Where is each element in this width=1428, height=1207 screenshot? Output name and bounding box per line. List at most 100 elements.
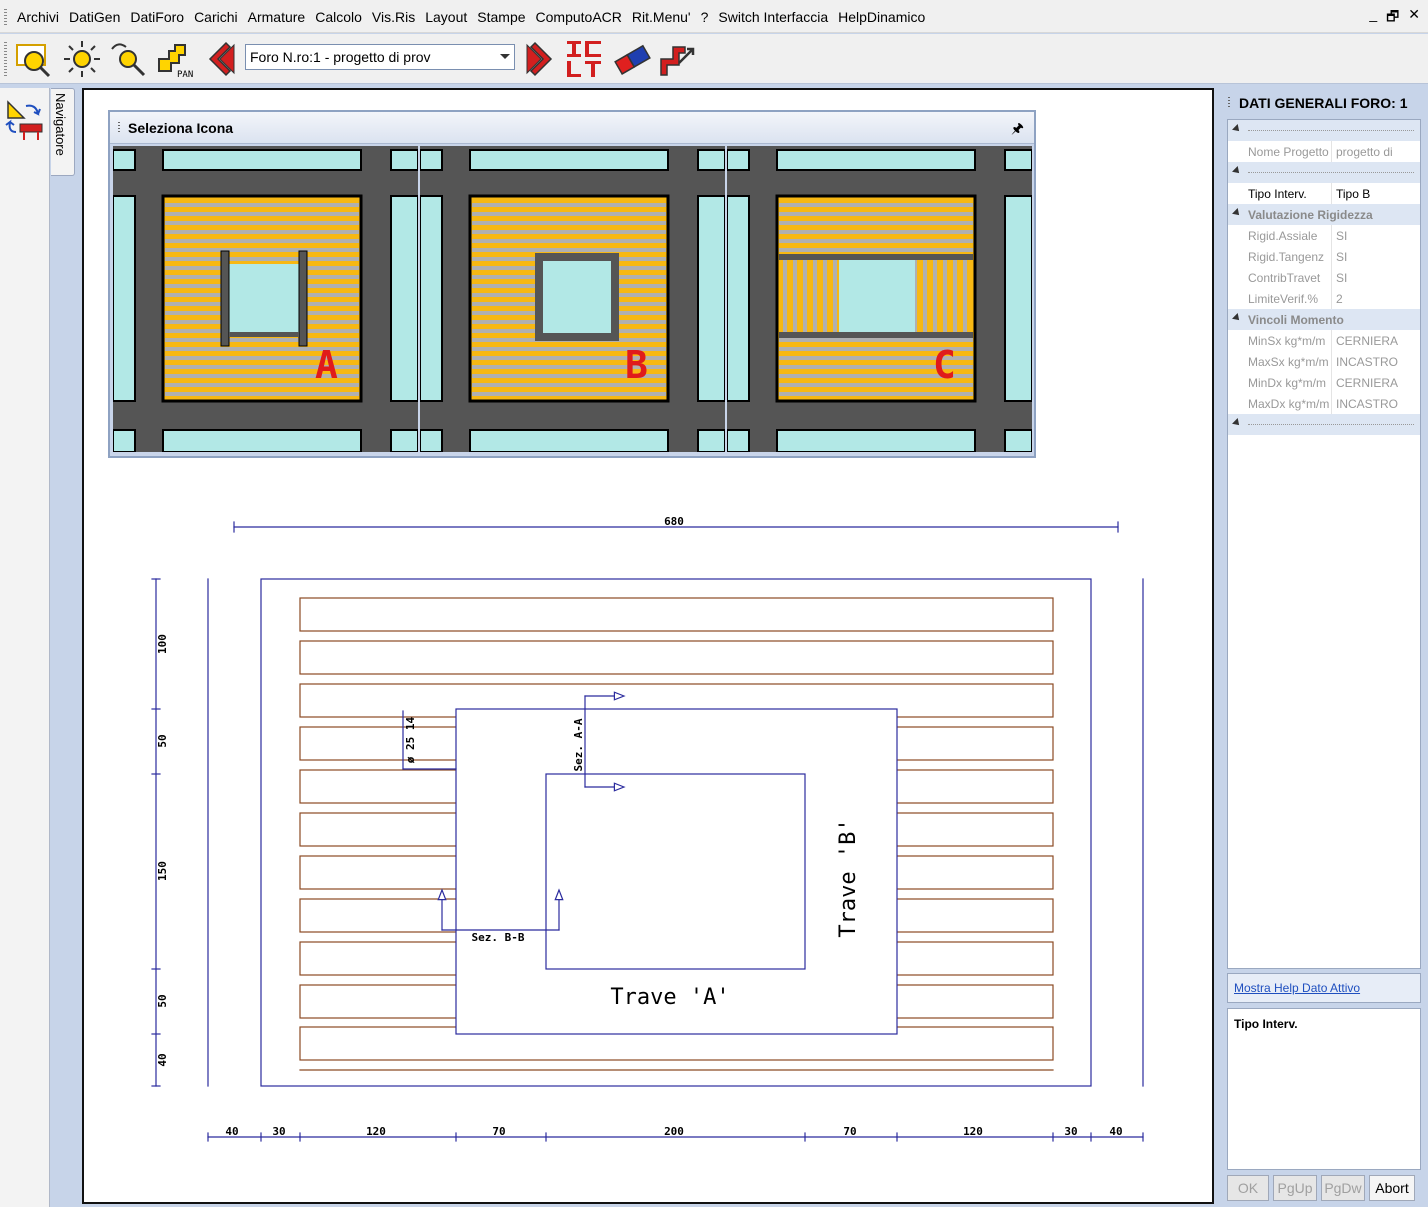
icon-option-c[interactable]: C — [727, 146, 1032, 452]
joist-line — [165, 248, 359, 252]
tab-navigator[interactable]: Navigatore — [51, 88, 75, 176]
property-value[interactable]: SI — [1332, 250, 1420, 264]
menu-item-5[interactable]: Calcolo — [315, 9, 362, 25]
menu-item-8[interactable]: Stampe — [477, 9, 525, 25]
close-button[interactable]: ✕ — [1408, 6, 1420, 30]
restore-button[interactable]: 🗗 — [1386, 6, 1399, 30]
pgup-button[interactable]: PgUp — [1273, 1175, 1317, 1201]
bay-corner — [727, 429, 750, 452]
bay-corner — [1004, 149, 1032, 171]
foro-selector[interactable]: Foro N.ro:1 - progetto di prov — [245, 44, 515, 70]
collapse-triangle-icon[interactable] — [1232, 418, 1242, 428]
menu-item-1[interactable]: DatiGen — [69, 9, 120, 25]
horizontal-dim-text: 30 — [272, 1125, 285, 1138]
option-letter: C — [933, 343, 956, 387]
menu-item-3[interactable]: Carichi — [194, 9, 238, 25]
collapse-triangle-icon[interactable] — [1232, 166, 1242, 176]
menu-item-2[interactable]: DatiForo — [130, 9, 184, 25]
zoom-icon[interactable] — [108, 39, 148, 79]
property-value[interactable]: INCASTRO — [1332, 355, 1420, 369]
icon-option-a[interactable]: A — [113, 146, 418, 452]
pgdw-button[interactable]: PgDw — [1321, 1175, 1365, 1201]
horizontal-dim-text: 70 — [843, 1125, 856, 1138]
property-row[interactable]: MinDx kg*m/m CERNIERA — [1228, 372, 1420, 393]
bay-corner — [420, 429, 443, 452]
section-icon[interactable] — [565, 39, 605, 79]
property-row[interactable]: Tipo Interv. Tipo B — [1228, 183, 1420, 204]
property-row[interactable]: MaxSx kg*m/m INCASTRO — [1228, 351, 1420, 372]
trimmer-bottom — [229, 332, 299, 337]
eraser-icon[interactable] — [612, 39, 652, 79]
menu-item-11[interactable]: ? — [701, 9, 709, 25]
property-value[interactable]: SI — [1332, 271, 1420, 285]
beam-b-label: Trave 'B' — [836, 818, 861, 937]
collapse-triangle-icon[interactable] — [1232, 313, 1242, 323]
property-row[interactable]: Nome Progetto progetto di — [1228, 141, 1420, 162]
horizontal-dim-text: 30 — [1064, 1125, 1077, 1138]
property-value[interactable]: Tipo B — [1332, 187, 1420, 201]
beam-a-label: Trave 'A' — [610, 985, 729, 1010]
property-value[interactable]: 2 — [1332, 292, 1420, 306]
property-row[interactable]: ContribTravet SI — [1228, 267, 1420, 288]
section-b-label: Sez. B-B — [472, 931, 525, 944]
bay-left — [420, 195, 443, 402]
abort-button[interactable]: Abort — [1369, 1175, 1415, 1201]
property-value[interactable]: CERNIERA — [1332, 376, 1420, 390]
collapse-triangle-icon[interactable] — [1232, 208, 1242, 218]
collapse-triangle-icon[interactable] — [1232, 124, 1242, 134]
icon-option-b[interactable]: B — [420, 146, 725, 452]
joist-line — [472, 221, 666, 225]
property-row[interactable]: Rigid.Tangenz SI — [1228, 246, 1420, 267]
joist-line — [165, 230, 359, 234]
property-key: Tipo Interv. — [1228, 183, 1332, 204]
bay-left — [727, 195, 750, 402]
pan-icon[interactable]: PAN — [155, 39, 195, 79]
menu-item-12[interactable]: Switch Interfaccia — [718, 9, 828, 25]
menu-item-7[interactable]: Layout — [425, 9, 467, 25]
horizontal-dim-text: 40 — [1109, 1125, 1122, 1138]
bay-corner — [113, 149, 136, 171]
transverse-rib — [953, 260, 957, 332]
band-top — [779, 254, 973, 260]
menu-bar: Archivi DatiGen DatiForo Carichi Armature Cal… — [0, 0, 1428, 33]
bay-corner — [697, 149, 725, 171]
minimize-button[interactable]: _ — [1369, 6, 1377, 30]
properties-header: DATI GENERALI FORO: 1 — [1224, 89, 1424, 117]
menu-item-4[interactable]: Armature — [248, 9, 306, 25]
menu-item-10[interactable]: Rit.Menu' — [632, 9, 691, 25]
property-separator — [1228, 120, 1420, 141]
bay-bottom — [469, 429, 669, 452]
transverse-rib — [793, 260, 797, 332]
property-row[interactable]: Rigid.Assiale SI — [1228, 225, 1420, 246]
previous-icon[interactable] — [200, 39, 240, 79]
section-b-arrow — [437, 888, 447, 901]
ok-button[interactable]: OK — [1227, 1175, 1269, 1201]
menu-item-0[interactable]: Archivi — [17, 9, 59, 25]
property-row[interactable]: MinSx kg*m/m CERNIERA — [1228, 330, 1420, 351]
opening — [228, 264, 300, 334]
transverse-rib — [823, 260, 827, 332]
property-value[interactable]: SI — [1332, 229, 1420, 243]
horizontal-dim-text: 40 — [225, 1125, 238, 1138]
select-zoom-icon[interactable] — [14, 39, 54, 79]
horizontal-dim-text: 70 — [492, 1125, 505, 1138]
redraw-icon[interactable] — [657, 39, 697, 79]
vertical-dim-text: 100 — [156, 634, 169, 654]
joist-line — [165, 221, 359, 225]
property-value[interactable]: INCASTRO — [1332, 397, 1420, 411]
menu-item-9[interactable]: ComputoACR — [536, 9, 622, 25]
property-key: MinDx kg*m/m — [1228, 372, 1332, 393]
property-row[interactable]: LimiteVerif.% 2 — [1228, 288, 1420, 309]
zoom-all-icon[interactable] — [62, 39, 102, 79]
property-value[interactable]: CERNIERA — [1332, 334, 1420, 348]
property-row[interactable]: MaxDx kg*m/m INCASTRO — [1228, 393, 1420, 414]
menu-item-6[interactable]: Vis.Ris — [372, 9, 415, 25]
joist — [299, 640, 1054, 675]
menu-item-13[interactable]: HelpDinamico — [838, 9, 925, 25]
pin-icon[interactable]: 🖈 — [1011, 118, 1024, 142]
next-icon[interactable] — [521, 39, 561, 79]
navigator-tools-icon[interactable] — [2, 98, 50, 148]
show-help-link[interactable]: Mostra Help Dato Attivo — [1234, 981, 1360, 995]
bay-right — [1004, 195, 1032, 402]
property-value[interactable]: progetto di — [1332, 145, 1420, 159]
